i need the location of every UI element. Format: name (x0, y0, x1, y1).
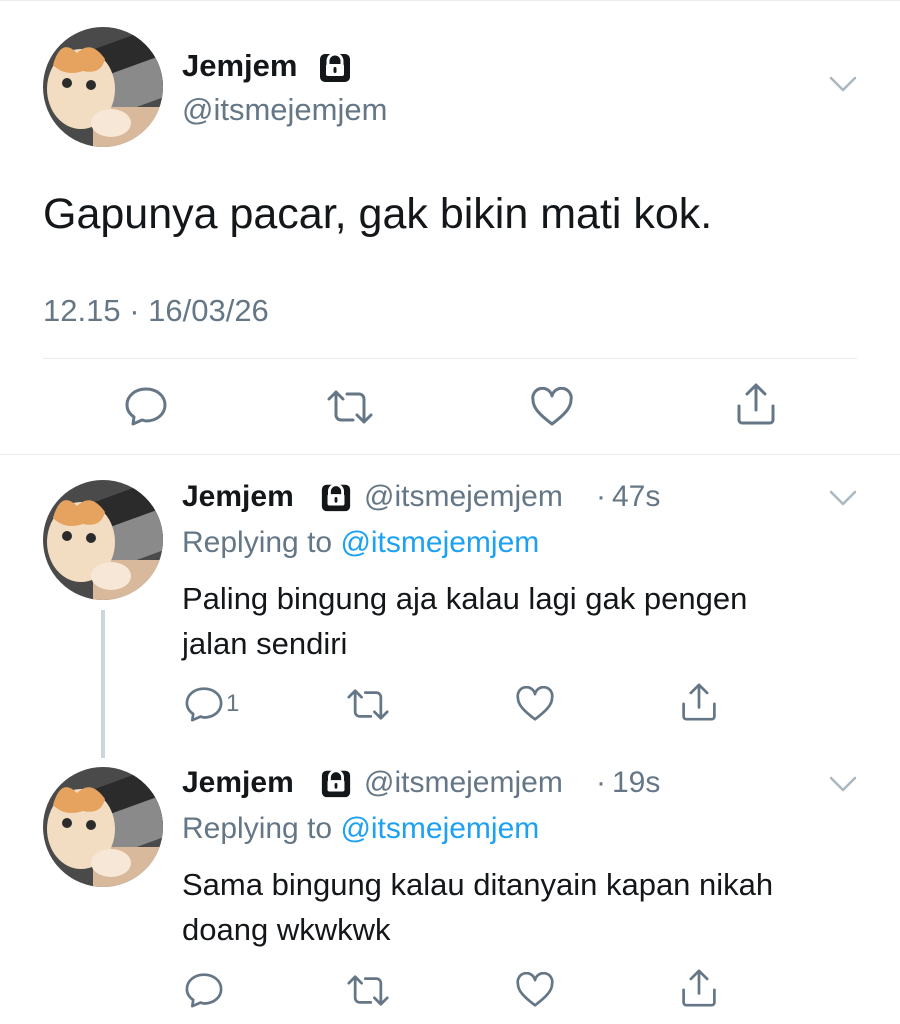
tweet-text: Gapunya pacar, gak bikin mati kok. (43, 190, 713, 238)
like-icon[interactable] (530, 386, 574, 432)
chevron-down-icon[interactable] (828, 488, 858, 513)
reply-text: Paling bingung aja kalau lagi gak pengen… (182, 576, 862, 666)
share-icon[interactable] (680, 682, 718, 727)
author-handle[interactable]: @itsmejemjem (364, 766, 563, 800)
thread-line (101, 610, 105, 758)
chevron-down-icon[interactable] (828, 74, 858, 99)
retweet-icon[interactable] (325, 389, 375, 430)
retweet-icon[interactable] (345, 688, 391, 726)
reply-text-line: Paling bingung aja kalau lagi gak pengen (182, 581, 748, 616)
section-divider (0, 454, 900, 455)
share-icon[interactable] (735, 382, 777, 431)
chevron-down-icon[interactable] (828, 774, 858, 799)
avatar[interactable] (43, 27, 163, 147)
separator-dot: · (596, 480, 606, 513)
retweet-icon[interactable] (345, 974, 391, 1012)
share-icon[interactable] (680, 968, 718, 1013)
avatar[interactable] (43, 480, 163, 600)
reply-icon[interactable] (184, 686, 224, 727)
lock-icon (320, 481, 352, 518)
author-handle[interactable]: @itsmejemjem (182, 92, 387, 128)
replying-prefix: Replying to (182, 526, 341, 559)
tweet-timestamp[interactable]: 12.15 · 16/03/26 (43, 293, 269, 329)
author-handle[interactable]: @itsmejemjem (364, 480, 563, 514)
author-name[interactable]: Jemjem (182, 480, 294, 514)
author-name[interactable]: Jemjem (182, 48, 297, 84)
like-icon[interactable] (515, 685, 555, 727)
replying-to: Replying to @itsmejemjem (182, 526, 539, 560)
reply-icon[interactable] (184, 972, 224, 1013)
reply-text-line: doang wkwkwk (182, 912, 391, 947)
time-ago[interactable]: 47s (612, 480, 660, 514)
author-name[interactable]: Jemjem (182, 766, 294, 800)
lock-icon (320, 767, 352, 804)
replying-prefix: Replying to (182, 812, 341, 845)
main-tweet: Jemjem @itsmejemjem Gapunya pacar, gak b… (0, 0, 900, 455)
mention-link[interactable]: @itsmejemjem (340, 812, 539, 845)
time-ago[interactable]: 19s (612, 766, 660, 800)
replying-to: Replying to @itsmejemjem (182, 812, 539, 846)
reply-icon[interactable] (124, 386, 168, 431)
reply-text-line: jalan sendiri (182, 626, 348, 661)
divider (43, 358, 857, 359)
like-icon[interactable] (515, 971, 555, 1013)
separator-dot: · (596, 766, 606, 799)
avatar[interactable] (43, 767, 163, 887)
reply-count: 1 (226, 690, 240, 717)
reply-text-line: Sama bingung kalau ditanyain kapan nikah (182, 867, 774, 902)
reply-text: Sama bingung kalau ditanyain kapan nikah… (182, 862, 862, 952)
lock-icon (318, 50, 352, 89)
mention-link[interactable]: @itsmejemjem (340, 526, 539, 559)
